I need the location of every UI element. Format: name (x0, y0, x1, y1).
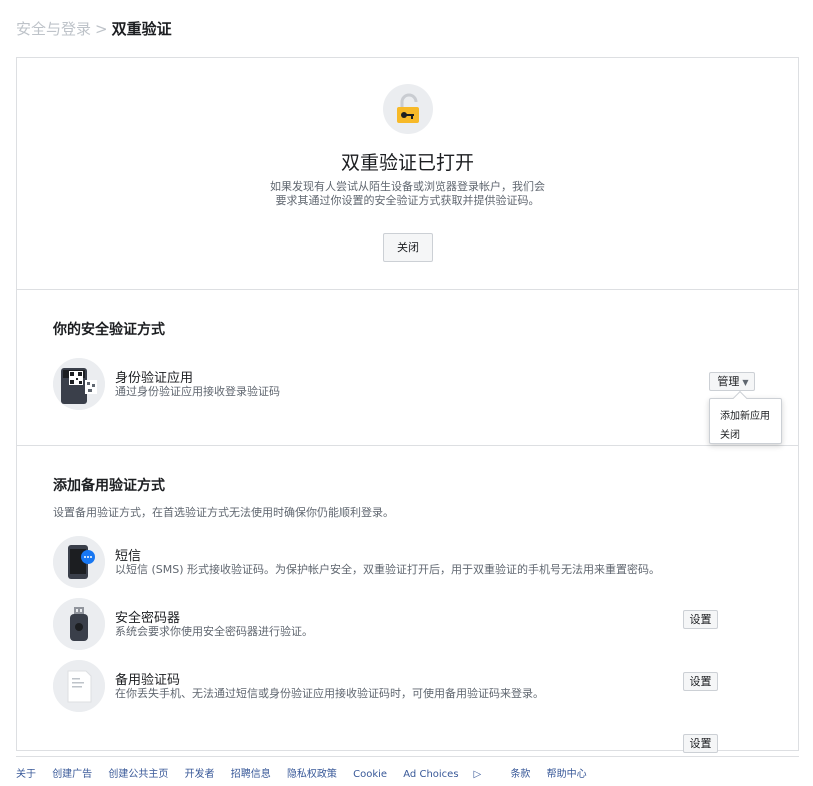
turn-off-button[interactable]: 关闭 (383, 233, 433, 262)
qr-code-phone-icon (53, 358, 105, 410)
method-security-key: 安全密码器 系统会要求你使用安全密码器进行验证。 (53, 598, 773, 650)
backup-methods-subtitle: 设置备用验证方式，在首选验证方式无法使用时确保你仍能顺利登录。 (53, 506, 394, 519)
footer-link-create-ad[interactable]: 创建广告 (52, 769, 92, 780)
sms-phone-icon (53, 536, 105, 588)
footer-links: 关于 创建广告 创建公共主页 开发者 招聘信息 隐私权政策 Cookie Ad … (16, 765, 600, 780)
menu-item-add-new-app[interactable]: 添加新应用 (720, 407, 770, 422)
two-factor-card: 双重验证已打开 如果发现有人尝试从陌生设备或浏览器登录帐户，我们会要求其通过你设… (16, 57, 799, 753)
footer-link-cookie[interactable]: Cookie (353, 769, 387, 780)
manage-dropdown-button[interactable]: 管理 ▼ (709, 372, 755, 391)
breadcrumb-separator: > (95, 20, 108, 38)
method-backup-codes: 备用验证码 在你丢失手机、无法通过短信或身份验证应用接收验证码时，可使用备用验证… (53, 660, 773, 712)
caret-down-icon: ▼ (742, 378, 749, 387)
security-methods-title: 你的安全验证方式 (53, 322, 165, 338)
method-description: 在你丢失手机、无法通过短信或身份验证应用接收验证码时，可使用备用验证码来登录。 (115, 687, 544, 700)
breadcrumb: 安全与登录 > 双重验证 (16, 18, 172, 39)
menu-item-turn-off[interactable]: 关闭 (720, 426, 740, 441)
ad-choices-label: Ad Choices (403, 769, 459, 780)
footer-link-developers[interactable]: 开发者 (185, 769, 215, 780)
footer-link-help[interactable]: 帮助中心 (547, 769, 587, 780)
backup-methods-title: 添加备用验证方式 (53, 478, 165, 494)
method-description: 通过身份验证应用接收登录验证码 (115, 385, 280, 398)
footer-link-about[interactable]: 关于 (16, 769, 36, 780)
ad-choices-icon: ▷ (473, 769, 482, 780)
status-description: 如果发现有人尝试从陌生设备或浏览器登录帐户，我们会要求其通过你设置的安全验证方式… (270, 180, 545, 207)
breadcrumb-parent-link[interactable]: 安全与登录 (16, 20, 91, 38)
manage-label: 管理 (717, 375, 740, 388)
footer-link-ad-choices[interactable]: Ad Choices ▷ (403, 769, 494, 780)
footer-divider (16, 756, 799, 757)
breadcrumb-current: 双重验证 (111, 20, 172, 38)
method-authenticator-app: 身份验证应用 通过身份验证应用接收登录验证码 (53, 358, 773, 410)
status-title: 双重验证已打开 (340, 152, 474, 174)
method-sms: 短信 以短信 (SMS) 形式接收验证码。为保护帐户安全，双重验证打开后，用于双… (53, 536, 773, 588)
manage-dropdown-menu: 添加新应用 关闭 (709, 390, 782, 444)
setup-backup-codes-button[interactable]: 设置 (683, 734, 718, 753)
method-description: 系统会要求你使用安全密码器进行验证。 (115, 625, 313, 638)
backup-code-document-icon (53, 660, 105, 712)
footer-link-privacy[interactable]: 隐私权政策 (287, 769, 337, 780)
status-section: 双重验证已打开 如果发现有人尝试从陌生设备或浏览器登录帐户，我们会要求其通过你设… (17, 58, 798, 290)
footer-link-create-page[interactable]: 创建公共主页 (108, 769, 168, 780)
security-methods-section: 你的安全验证方式 身份验证应用 通过身份验证应用接收登录验证码 管理 ▼ 添加新… (17, 290, 798, 446)
security-key-icon (53, 598, 105, 650)
footer-link-terms[interactable]: 条款 (510, 769, 530, 780)
footer-link-careers[interactable]: 招聘信息 (231, 769, 271, 780)
backup-methods-section: 添加备用验证方式 设置备用验证方式，在首选验证方式无法使用时确保你仍能顺利登录。… (17, 446, 798, 753)
method-description: 以短信 (SMS) 形式接收验证码。为保护帐户安全，双重验证打开后，用于双重验证… (115, 563, 661, 576)
padlock-key-icon (383, 84, 433, 134)
